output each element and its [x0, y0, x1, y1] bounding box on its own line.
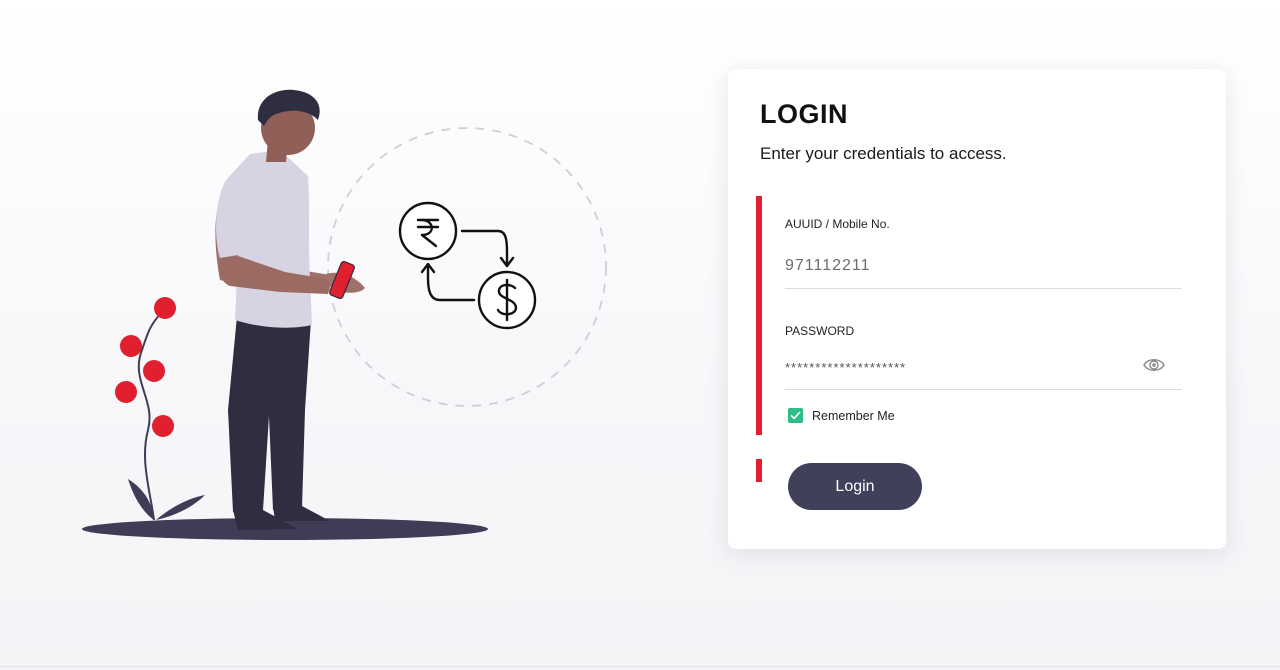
remember-me-checkbox[interactable]: Remember Me: [788, 408, 895, 423]
remember-me-label: Remember Me: [812, 408, 895, 423]
person-currency-exchange-illustration: [82, 89, 607, 540]
login-subtitle: Enter your credentials to access.: [760, 144, 1007, 163]
check-icon[interactable]: [788, 408, 803, 423]
login-button[interactable]: Login: [788, 463, 922, 510]
login-card: LOGIN Enter your credentials to access. …: [728, 69, 1226, 549]
bottom-divider: [0, 666, 1280, 667]
password-label: PASSWORD: [785, 324, 855, 338]
uid-input[interactable]: [785, 244, 1182, 289]
eye-icon[interactable]: [1142, 355, 1166, 375]
password-input[interactable]: [785, 345, 1182, 390]
uid-label: AUUID / Mobile No.: [785, 217, 890, 231]
button-accent-bar: [756, 459, 762, 482]
form-accent-bar: [756, 196, 762, 435]
login-title: LOGIN: [760, 99, 848, 129]
